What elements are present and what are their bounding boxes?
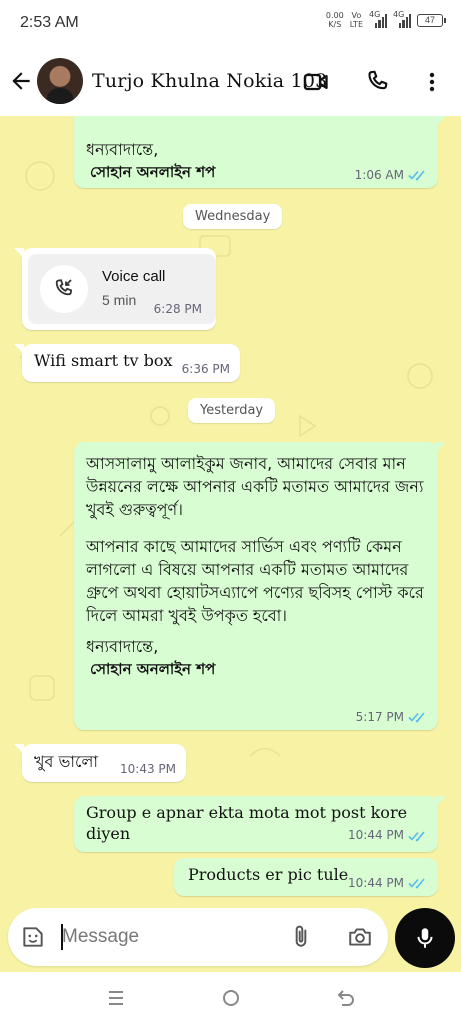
call-title: Voice call bbox=[102, 268, 166, 285]
message-time: 6:36 PM bbox=[181, 362, 230, 376]
message-time: 10:43 PM bbox=[120, 762, 176, 776]
call-duration: 5 min bbox=[102, 292, 137, 308]
network-speed: 0.00 K/S bbox=[326, 11, 344, 29]
contact-name[interactable]: Turjo Khulna Nokia 103 bbox=[92, 70, 327, 92]
phone-icon[interactable] bbox=[364, 68, 392, 96]
message-incoming-2[interactable]: খুব ভালো 10:43 PM bbox=[14, 744, 186, 782]
mic-button[interactable] bbox=[395, 908, 455, 968]
message-outgoing-4[interactable]: Products er pic tule 10:44 PM bbox=[174, 858, 438, 896]
nav-menu-icon[interactable] bbox=[104, 986, 128, 1010]
chat-header: Turjo Khulna Nokia 103 bbox=[0, 46, 461, 116]
message-text: Wifi smart tv box bbox=[34, 351, 173, 370]
message-text: ধন্যবাদান্তে, bbox=[86, 140, 159, 159]
call-icon-circle bbox=[40, 265, 88, 313]
read-ticks-icon bbox=[408, 170, 425, 181]
sig2-label: 4G bbox=[393, 10, 405, 19]
message-meta: 10:44 PM bbox=[348, 825, 428, 846]
attach-icon[interactable] bbox=[288, 924, 314, 950]
mic-icon bbox=[417, 928, 433, 948]
message-paragraph-1: আসসালামু আলাইকুম জনাব, আমাদের সেবার মান … bbox=[86, 454, 424, 519]
message-outgoing-2[interactable]: আসসালামু আলাইকুম জনাব, আমাদের সেবার মান … bbox=[74, 442, 446, 730]
net-speed-value: 0.00 bbox=[325, 11, 344, 20]
message-voice-call[interactable]: Voice call 5 min 6:28 PM bbox=[14, 248, 216, 330]
message-input-box[interactable] bbox=[8, 908, 388, 966]
missed-call-icon bbox=[55, 279, 73, 296]
message-text: Products er pic tule bbox=[188, 865, 349, 884]
nav-back-icon[interactable] bbox=[334, 986, 358, 1010]
message-paragraph-2: আপনার কাছে আমাদের সার্ভিস এবং পণ্যটি কেম… bbox=[86, 537, 424, 625]
composer bbox=[0, 906, 461, 972]
message-time: 1:06 AM bbox=[354, 168, 404, 182]
message-paragraph-3: ধন্যবাদান্তে, bbox=[86, 637, 159, 656]
message-incoming-1[interactable]: Wifi smart tv box 6:36 PM bbox=[14, 344, 240, 382]
message-meta: 10:43 PM bbox=[120, 762, 176, 776]
message-meta: 6:28 PM bbox=[154, 302, 202, 316]
signal-icon-1: 4G bbox=[369, 10, 387, 28]
system-nav-bar bbox=[0, 972, 461, 1024]
status-time: 2:53 AM bbox=[20, 14, 79, 31]
more-vert-icon[interactable] bbox=[420, 68, 444, 96]
status-icons: 0.00 K/S Vo LTE 4G 4G 47 bbox=[326, 10, 446, 29]
nav-home-icon[interactable] bbox=[219, 986, 243, 1010]
signal-icon-2: 4G bbox=[393, 10, 411, 28]
sig1-label: 4G bbox=[369, 10, 381, 19]
message-meta: 10:44 PM bbox=[348, 876, 428, 890]
message-text: খুব ভালো bbox=[34, 752, 99, 771]
message-time: 5:17 PM bbox=[355, 710, 404, 724]
volte-bottom: LTE bbox=[349, 20, 363, 29]
message-outgoing-1[interactable]: ধন্যবাদান্তে, সোহান অনলাইন শপ 1:06 AM bbox=[74, 116, 446, 188]
net-speed-unit: K/S bbox=[328, 20, 342, 29]
battery-icon: 47 bbox=[417, 13, 446, 27]
message-input[interactable] bbox=[62, 922, 262, 952]
read-ticks-icon bbox=[408, 878, 425, 889]
volte-indicator: Vo LTE bbox=[350, 11, 363, 29]
status-bar: 2:53 AM 0.00 K/S Vo LTE 4G 4G 47 bbox=[0, 0, 461, 46]
volte-top: Vo bbox=[351, 11, 362, 20]
message-time: 10:44 PM bbox=[348, 828, 404, 842]
date-chip: Yesterday bbox=[188, 398, 276, 423]
message-time: 6:28 PM bbox=[153, 302, 202, 316]
message-signature: সোহান অনলাইন শপ bbox=[90, 660, 216, 678]
date-chip: Wednesday bbox=[183, 204, 283, 229]
read-ticks-icon bbox=[408, 712, 425, 723]
avatar[interactable] bbox=[37, 58, 83, 104]
message-meta: 5:17 PM bbox=[356, 710, 428, 724]
back-arrow-icon[interactable] bbox=[8, 68, 34, 94]
sticker-icon[interactable] bbox=[20, 924, 46, 950]
video-call-icon[interactable] bbox=[302, 68, 330, 96]
message-meta: 1:06 AM bbox=[355, 168, 428, 182]
message-outgoing-3[interactable]: Group e apnar ekta mota mot post kore di… bbox=[74, 796, 446, 852]
read-ticks-icon bbox=[408, 830, 425, 842]
camera-icon[interactable] bbox=[346, 924, 374, 950]
message-time: 10:44 PM bbox=[348, 876, 404, 890]
chat-area[interactable]: ধন্যবাদান্তে, সোহান অনলাইন শপ 1:06 AM We… bbox=[0, 116, 461, 906]
message-meta: 6:36 PM bbox=[182, 362, 230, 376]
